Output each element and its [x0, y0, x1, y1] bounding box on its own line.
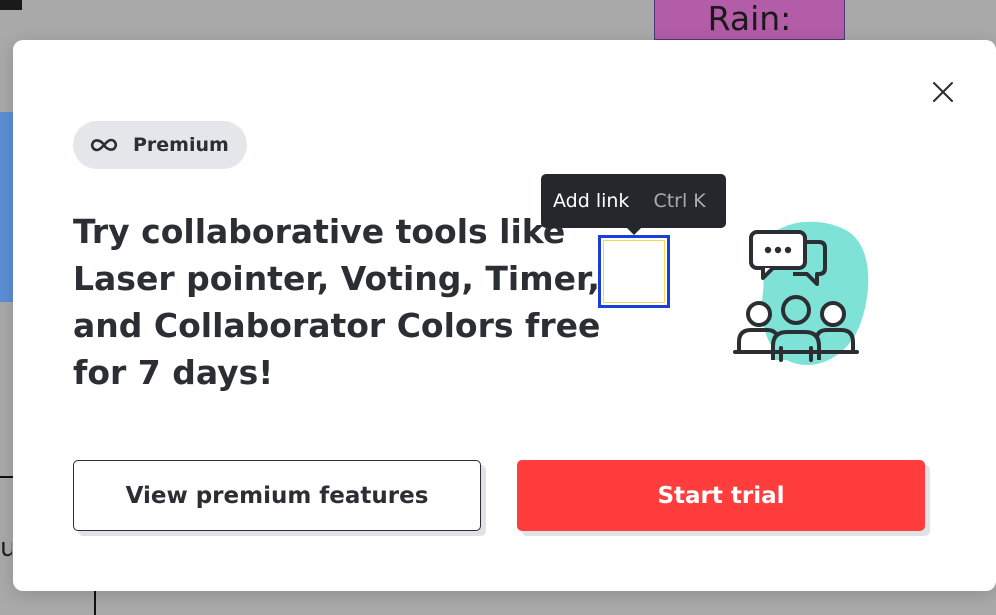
collaborators-chat-icon: [733, 221, 869, 366]
canvas-shape-fragment: [0, 0, 22, 10]
modal-headline: Try collaborative tools like Laser point…: [73, 212, 601, 392]
premium-badge: Premium: [73, 121, 247, 169]
start-trial-button[interactable]: Start trial: [517, 460, 925, 531]
close-button[interactable]: [930, 79, 956, 105]
canvas-blue-shape: [0, 112, 14, 302]
view-premium-features-button[interactable]: View premium features: [73, 460, 481, 531]
sticky-note-text: Rain:: [707, 0, 792, 38]
view-premium-features-label: View premium features: [125, 482, 429, 509]
sticky-note[interactable]: Rain:: [654, 0, 845, 40]
tooltip-shortcut: Ctrl K: [653, 190, 706, 212]
infinity-icon: [90, 138, 118, 152]
canvas-edge-text: ua: [0, 533, 12, 563]
selected-element-frame[interactable]: [598, 235, 670, 308]
start-trial-label: Start trial: [657, 482, 785, 509]
premium-trial-modal: Premium Try collaborative tools like Las…: [13, 40, 996, 591]
selected-element-inner: [603, 240, 665, 303]
premium-badge-label: Premium: [133, 134, 229, 156]
tooltip-label: Add link: [553, 190, 630, 212]
canvas-line: [0, 476, 14, 478]
add-link-tooltip: Add link Ctrl K: [541, 174, 726, 228]
canvas-line-vertical: [94, 590, 96, 615]
tooltip-arrow: [626, 227, 642, 235]
close-icon: [933, 82, 953, 102]
